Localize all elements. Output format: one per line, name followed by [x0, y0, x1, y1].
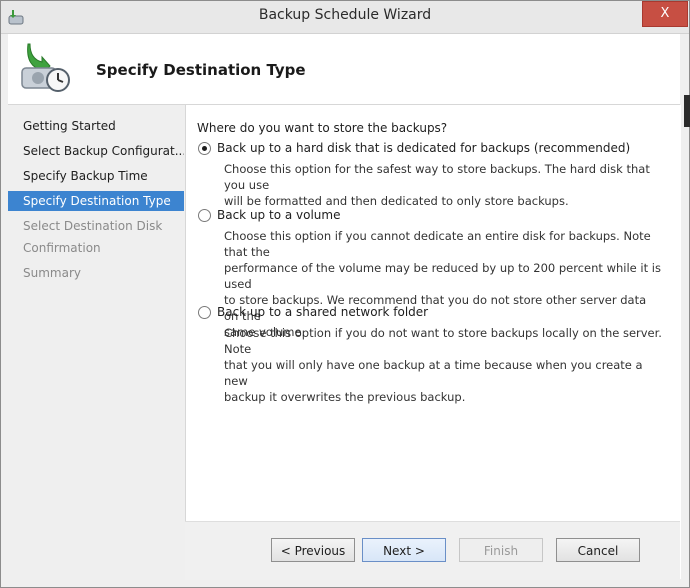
option-label[interactable]: Back up to a hard disk that is dedicated… [217, 141, 630, 155]
window-title: Backup Schedule Wizard [258, 7, 432, 23]
background-scrollbar [684, 95, 690, 127]
option-label[interactable]: Back up to a volume [217, 208, 340, 222]
description-line: will be formatted and then dedicated to … [224, 194, 569, 208]
destination-question: Where do you want to store the backups? [197, 121, 448, 135]
nav-step-summary: Summary [23, 266, 81, 280]
cancel-button[interactable]: Cancel [556, 538, 640, 562]
description-line: backup it overwrites the previous backup… [224, 390, 466, 404]
wizard-content: Where do you want to store the backups? … [185, 105, 681, 579]
option-description: Choose this option if you cannot dedicat… [224, 228, 664, 340]
nav-step-select-destination-disk: Select Destination Disk [23, 219, 163, 233]
option-description: Choose this option if you do not want to… [224, 325, 664, 405]
option-description: Choose this option for the safest way to… [224, 161, 664, 209]
next-button[interactable]: Next > [362, 538, 446, 562]
nav-step-confirmation: Confirmation [23, 241, 101, 255]
option-label[interactable]: Back up to a shared network folder [217, 305, 428, 319]
description-line: performance of the volume may be reduced… [224, 261, 661, 291]
nav-step-getting-started[interactable]: Getting Started [8, 116, 184, 136]
description-line: Choose this option if you cannot dedicat… [224, 229, 651, 259]
nav-step-select-backup-configuration[interactable]: Select Backup Configurat... [8, 141, 184, 161]
previous-button[interactable]: < Previous [271, 538, 355, 562]
wizard-window: Backup Schedule Wizard X Specify Destina… [0, 0, 690, 588]
radio-dedicated-disk[interactable] [198, 142, 211, 155]
description-line: Choose this option for the safest way to… [224, 162, 650, 192]
close-icon: X [660, 6, 670, 21]
radio-network-folder[interactable] [198, 306, 211, 319]
backup-clock-icon [21, 43, 70, 92]
radio-volume[interactable] [198, 209, 211, 222]
nav-step-specify-destination-type[interactable]: Specify Destination Type [8, 191, 184, 211]
nav-step-specify-backup-time[interactable]: Specify Backup Time [8, 166, 184, 186]
description-line: Choose this option if you do not want to… [224, 326, 662, 356]
wizard-steps-nav: Getting Started Select Backup Configurat… [8, 105, 184, 579]
close-button[interactable]: X [642, 1, 688, 27]
finish-button: Finish [459, 538, 543, 562]
title-bar[interactable]: Backup Schedule Wizard X [1, 1, 689, 34]
wizard-footer: < Previous Next > Finish Cancel [185, 521, 680, 580]
description-line: that you will only have one backup at a … [224, 358, 643, 388]
page-title: Specify Destination Type [96, 61, 306, 79]
wizard-header: Specify Destination Type [8, 34, 680, 105]
